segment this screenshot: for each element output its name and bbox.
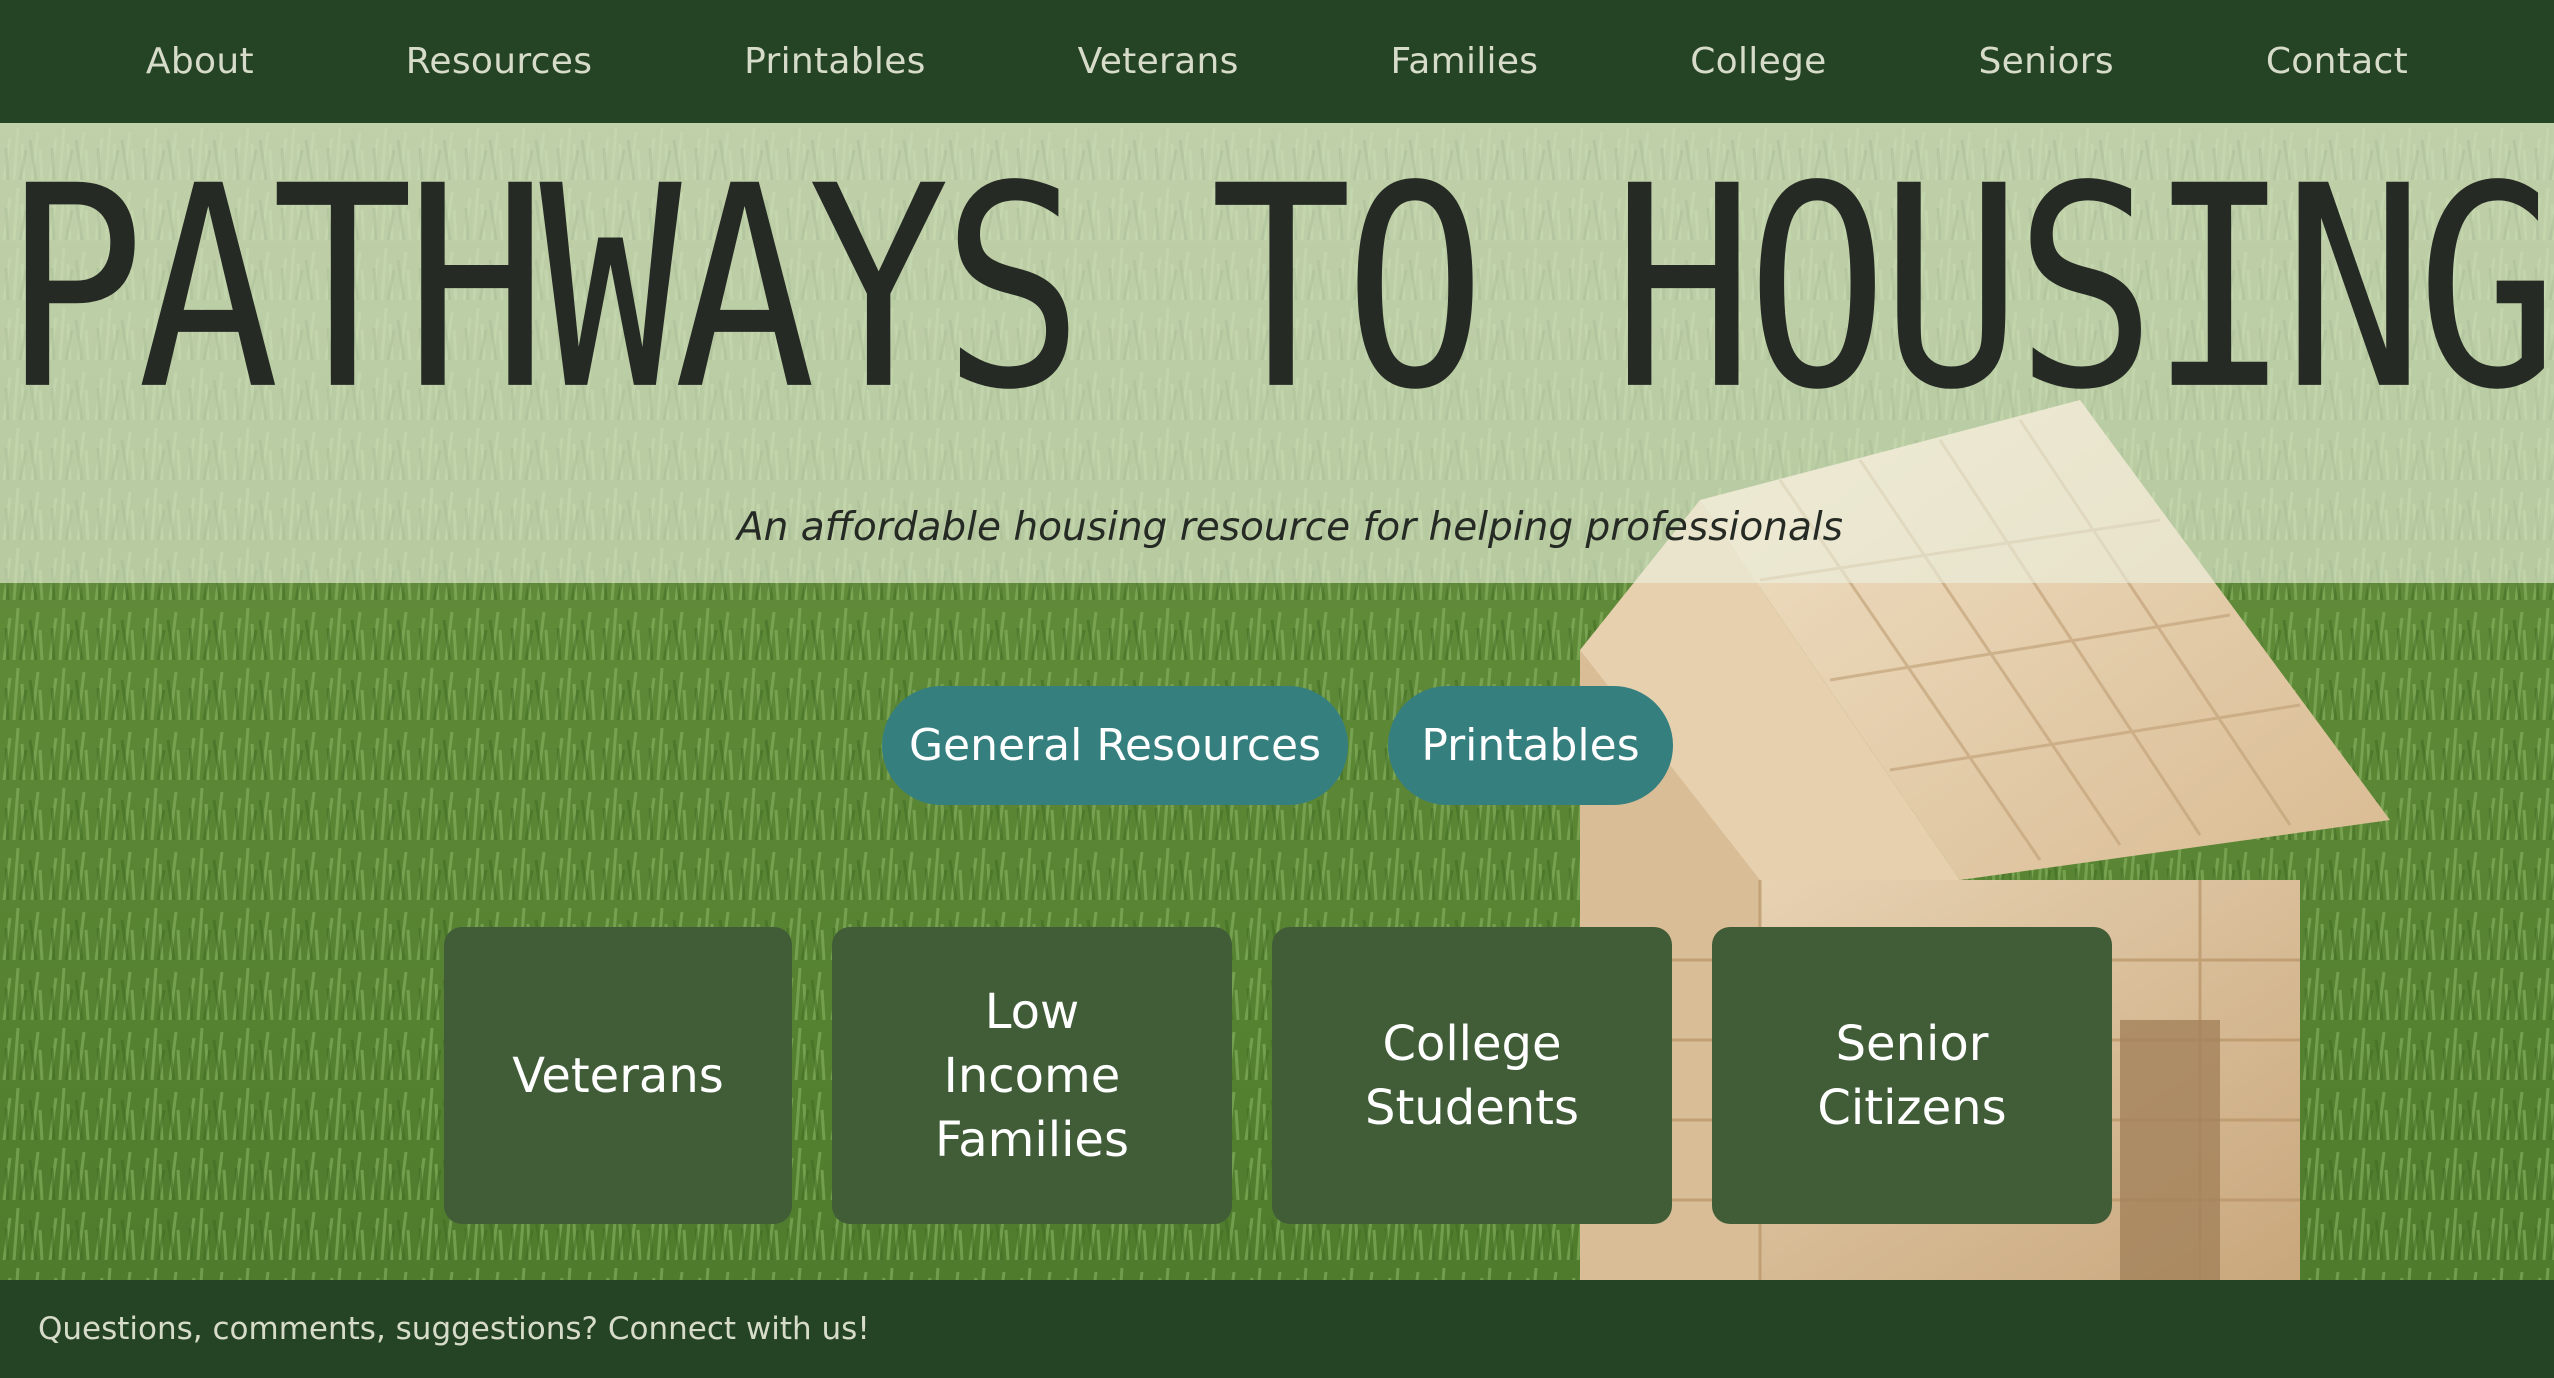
footer-contact-link[interactable]: Questions, comments, suggestions? Connec… (38, 1311, 870, 1347)
nav-link-college[interactable]: College (1690, 41, 1826, 82)
page-title: PATHWAYS TO HOUSING (3, 126, 2554, 451)
general-resources-button[interactable]: General Resources (882, 686, 1348, 805)
top-nav: About Resources Printables Veterans Fami… (0, 0, 2554, 123)
nav-link-contact[interactable]: Contact (2266, 41, 2408, 82)
tile-senior-citizens[interactable]: Senior Citizens (1712, 927, 2112, 1224)
page-subtitle: An affordable housing resource for helpi… (737, 505, 1843, 550)
tile-college-students[interactable]: College Students (1272, 927, 1672, 1224)
printables-button[interactable]: Printables (1388, 686, 1673, 805)
nav-link-about[interactable]: About (146, 41, 254, 82)
footer: Questions, comments, suggestions? Connec… (0, 1280, 2554, 1378)
nav-link-families[interactable]: Families (1391, 41, 1539, 82)
page: About Resources Printables Veterans Fami… (0, 0, 2554, 1378)
nav-link-veterans[interactable]: Veterans (1078, 41, 1239, 82)
tile-low-income-families[interactable]: Low Income Families (832, 927, 1232, 1224)
nav-link-printables[interactable]: Printables (744, 41, 926, 82)
tile-veterans[interactable]: Veterans (444, 927, 792, 1224)
nav-link-seniors[interactable]: Seniors (1978, 41, 2114, 82)
nav-link-resources[interactable]: Resources (406, 41, 593, 82)
